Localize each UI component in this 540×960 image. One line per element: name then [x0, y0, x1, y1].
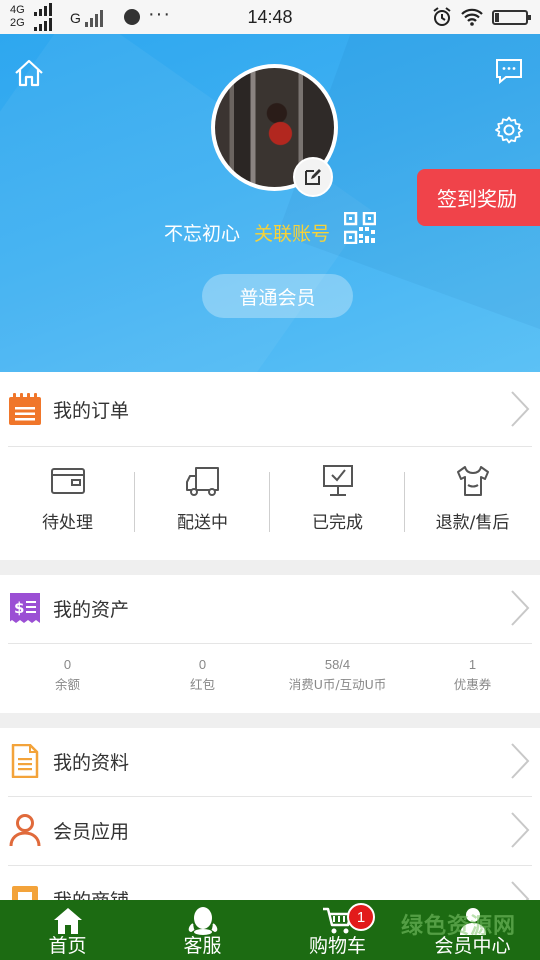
asset-balance[interactable]: 0 余额 — [0, 657, 135, 717]
wallet-icon — [50, 468, 85, 494]
divider — [8, 446, 532, 447]
home-icon[interactable] — [12, 56, 46, 90]
orders-row[interactable]: 我的订单 — [0, 372, 540, 446]
truck-icon — [185, 467, 219, 496]
return-shirt-icon — [456, 466, 489, 496]
chevron-right-icon — [511, 391, 530, 427]
divider — [8, 643, 532, 644]
chevron-right-icon — [511, 743, 530, 779]
customer-service-icon — [188, 907, 217, 935]
status-bar: 4G 2G G ··· 14:48 — [0, 0, 540, 34]
edit-avatar-button[interactable] — [293, 157, 333, 197]
monitor-check-icon — [322, 465, 353, 496]
qr-code-icon[interactable] — [344, 212, 377, 244]
asset-ucoins[interactable]: 58/4 消费U币/互动U币 — [270, 657, 405, 717]
menu-card: 我的资料 会员应用 我的商铺 — [0, 728, 540, 900]
order-refund[interactable]: 退款/售后 — [405, 448, 540, 558]
order-pending[interactable]: 待处理 — [0, 448, 135, 558]
person-icon — [9, 814, 41, 847]
orders-card: 我的订单 待处理 配送中 已完成 退款/售后 — [0, 372, 540, 560]
signin-reward-button[interactable]: 签到奖励 — [417, 169, 540, 226]
order-status-list: 待处理 配送中 已完成 退款/售后 — [0, 448, 540, 558]
link-account-link[interactable]: 关联账号 — [254, 219, 330, 246]
nav-customer-service[interactable]: 客服 — [135, 900, 270, 960]
home-icon — [53, 908, 82, 934]
assets-title: 我的资产 — [53, 598, 130, 621]
alarm-icon — [433, 7, 451, 26]
settings-gear-icon[interactable] — [494, 115, 524, 145]
edit-icon — [305, 169, 321, 185]
asset-coupons[interactable]: 1 优惠券 — [405, 657, 540, 717]
document-icon — [11, 744, 39, 778]
battery-icon — [492, 9, 531, 25]
orders-title: 我的订单 — [53, 399, 130, 422]
nickname: 不忘初心 — [163, 222, 240, 245]
wifi-icon — [461, 8, 483, 26]
chevron-right-icon — [511, 590, 530, 626]
assets-card: $ 我的资产 0 余额 0 红包 58/4 消费U币/互动U币 1 优惠券 — [0, 575, 540, 713]
asset-summary: 0 余额 0 红包 58/4 消费U币/互动U币 1 优惠券 — [0, 657, 540, 717]
menu-item-member-apps[interactable]: 会员应用 — [0, 793, 540, 867]
svg-text:$: $ — [14, 599, 24, 617]
nav-cart[interactable]: 购物车 1 — [270, 900, 405, 960]
watermark: 绿色资源网 — [400, 914, 516, 939]
assets-row[interactable]: $ 我的资产 — [0, 571, 540, 645]
message-icon[interactable] — [494, 56, 524, 86]
nav-home[interactable]: 首页 — [0, 900, 135, 960]
assets-dollar-icon: $ — [10, 593, 40, 623]
chevron-right-icon — [511, 812, 530, 848]
menu-item-profile[interactable]: 我的资料 — [0, 728, 540, 798]
menu-item-shop[interactable]: 我的商铺 — [0, 862, 540, 900]
order-shipping[interactable]: 配送中 — [135, 448, 270, 558]
cart-count-badge: 1 — [347, 903, 375, 931]
orders-list-icon — [9, 393, 41, 425]
order-completed[interactable]: 已完成 — [270, 448, 405, 558]
member-level-badge[interactable]: 普通会员 — [202, 274, 353, 318]
chevron-right-icon — [511, 881, 530, 900]
asset-red-packet[interactable]: 0 红包 — [135, 657, 270, 717]
shop-icon — [12, 886, 38, 900]
